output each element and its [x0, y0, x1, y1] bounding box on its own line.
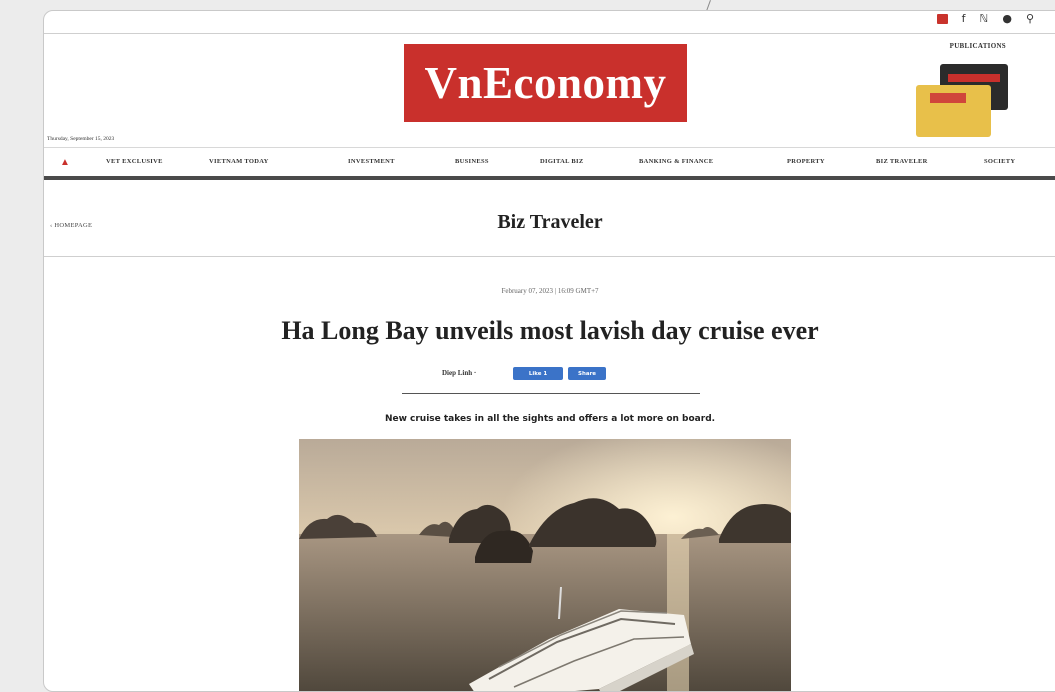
facebook-icon[interactable]: f [962, 12, 966, 26]
halong-bay-cruise-photo [299, 439, 791, 691]
nav-item-property[interactable]: PROPERTY [787, 158, 825, 165]
facebook-like-button[interactable]: Like 1 [513, 367, 563, 380]
rss-icon[interactable]: ℕ [980, 12, 989, 26]
current-date: Thursday, September 15, 2023 [47, 136, 115, 142]
section-title: Biz Traveler [497, 211, 603, 233]
publication-cover[interactable] [916, 85, 991, 137]
nav-item-vet-exclusive[interactable]: VET EXCLUSIVE [106, 158, 163, 165]
main-nav: ▲ VET EXCLUSIVE VIETNAM TODAY INVESTMENT… [44, 147, 1055, 180]
share-label: Share [577, 370, 597, 377]
search-icon[interactable]: ⚲ [1026, 12, 1034, 26]
publications-label: PUBLICATIONS [949, 42, 1006, 50]
top-divider [44, 33, 1055, 34]
social-icons: f ℕ ● ⚲ [936, 12, 1034, 26]
like-label: Like 1 [528, 370, 548, 377]
nav-item-digital-biz[interactable]: DIGITAL BIZ [540, 158, 583, 165]
nav-item-society[interactable]: SOCIETY [984, 158, 1015, 165]
nav-item-banking-finance[interactable]: BANKING & FINANCE [639, 158, 713, 165]
article-author[interactable]: Diep Linh · [442, 369, 476, 377]
user-icon[interactable]: ● [1002, 12, 1012, 26]
nav-item-biz-traveler[interactable]: BIZ TRAVELER [876, 158, 928, 165]
article-headline: Ha Long Bay unveils most lavish day crui… [281, 316, 819, 345]
nav-item-investment[interactable]: INVESTMENT [348, 158, 395, 165]
article-lead: New cruise takes in all the sights and o… [384, 414, 716, 424]
youtube-icon[interactable] [936, 14, 948, 24]
facebook-share-button[interactable]: Share [568, 367, 606, 380]
article-photo [299, 439, 791, 691]
home-icon[interactable]: ▲ [60, 157, 70, 168]
nav-item-business[interactable]: BUSINESS [455, 158, 489, 165]
browser-frame: f ℕ ● ⚲ VnEconomy Thursday, September 15… [43, 10, 1055, 692]
site-logo[interactable]: VnEconomy [404, 44, 687, 122]
byline-rule [402, 393, 700, 394]
article-date: February 07, 2023 | 16:09 GMT+7 [501, 287, 599, 295]
section-divider [44, 256, 1055, 257]
nav-item-vietnam-today[interactable]: VIETNAM TODAY [209, 158, 269, 165]
